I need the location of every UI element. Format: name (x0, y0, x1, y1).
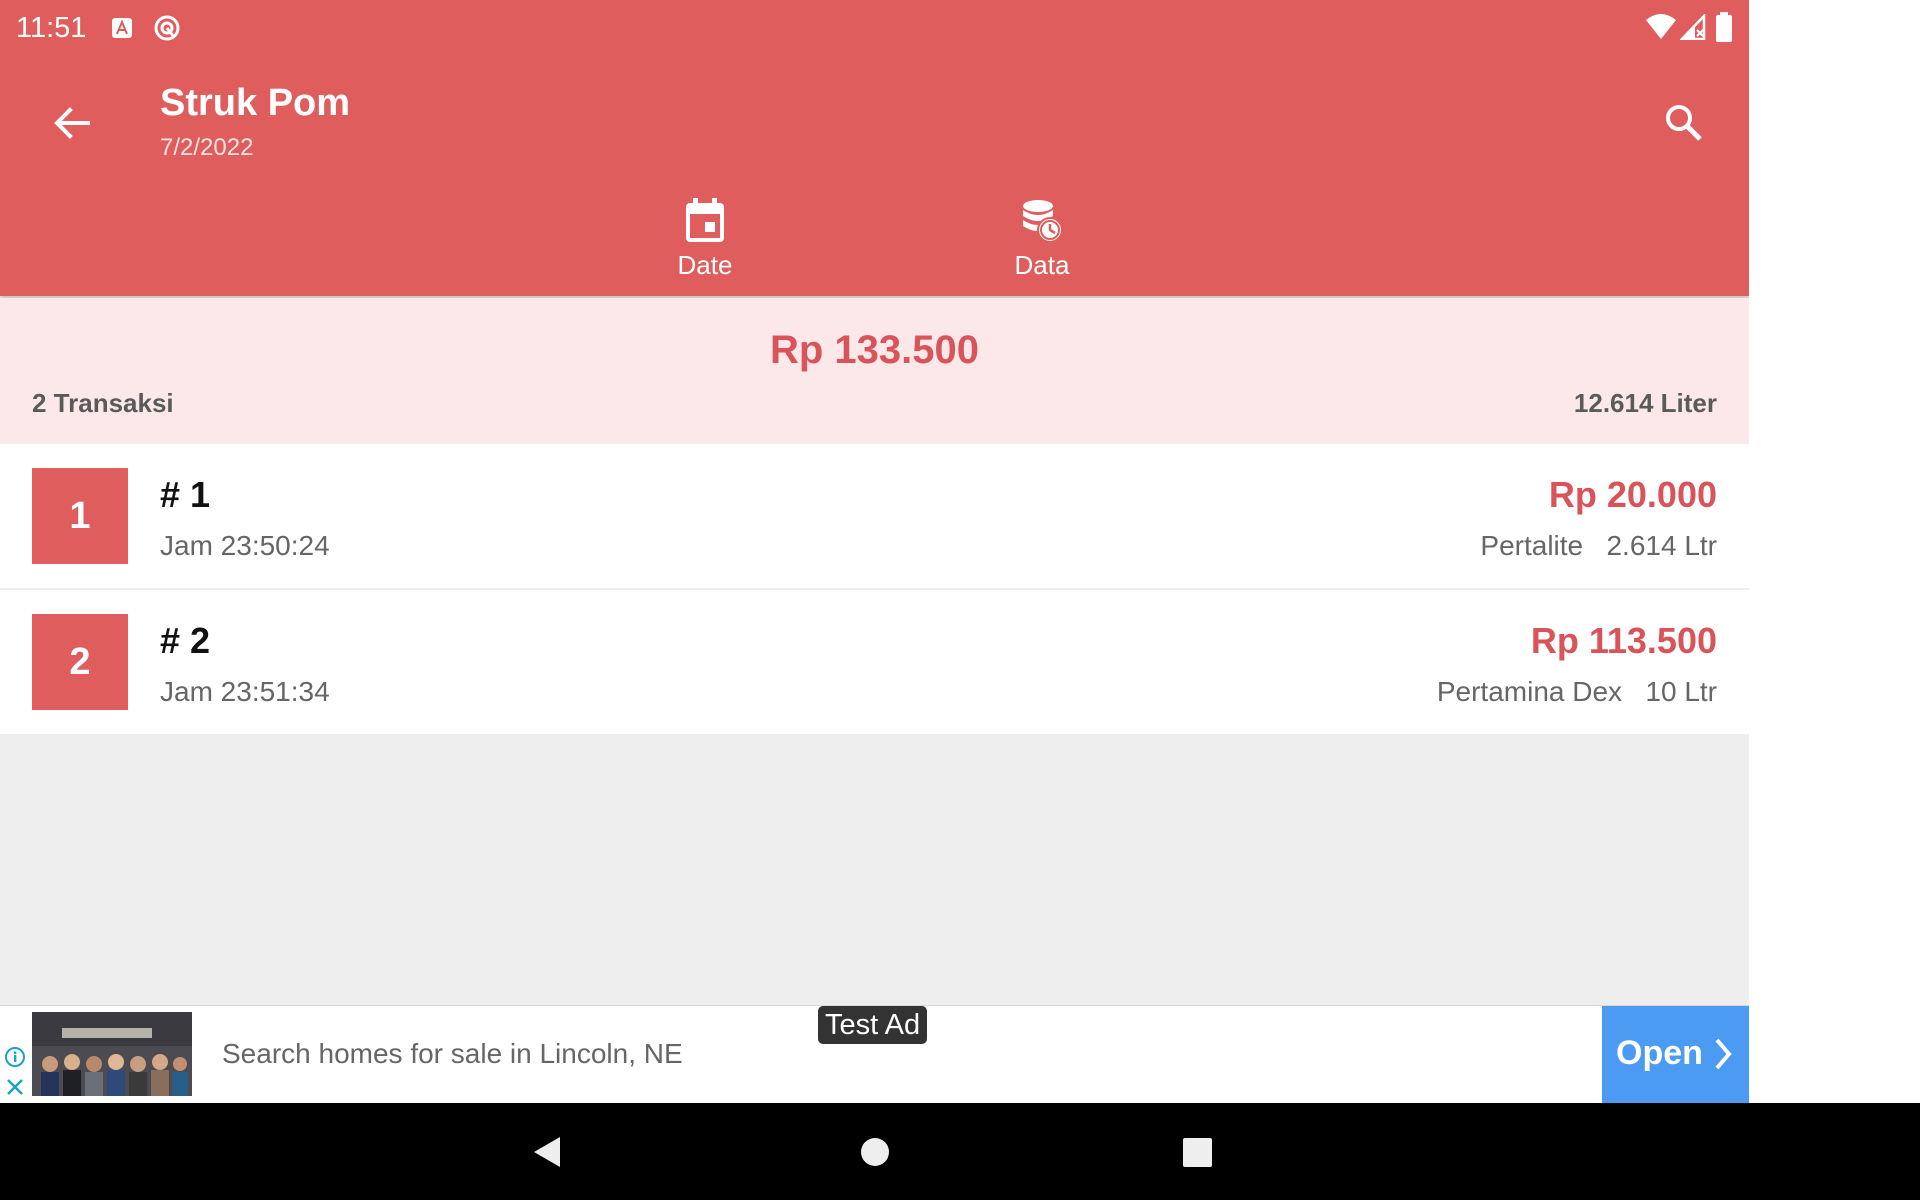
battery-icon (1716, 12, 1732, 42)
page-subtitle-date: 7/2/2022 (160, 134, 254, 161)
transaction-row[interactable]: 1 # 1 Jam 23:50:24 Rp 20.000 Pertalite 2… (0, 444, 1749, 588)
screen-margin (1749, 0, 1920, 1103)
transaction-volume: 10 Ltr (1645, 676, 1717, 707)
transaction-time: Jam 23:51:34 (160, 676, 330, 707)
app-screen: 11:51 Struk Pom 7/2/2022 Date Data Rp 13… (0, 0, 1749, 1103)
nav-home-icon[interactable] (860, 1137, 890, 1167)
status-bar: 11:51 (0, 0, 1749, 56)
wifi-icon (1646, 14, 1676, 39)
tab-data[interactable]: Data (942, 184, 1142, 296)
sync-notification-icon (154, 15, 180, 41)
total-amount: Rp 133.500 (769, 328, 980, 372)
ad-photo (32, 1012, 192, 1096)
info-icon[interactable] (4, 1046, 26, 1068)
font-notification-icon (112, 18, 132, 38)
transaction-amount: Rp 113.500 (1530, 620, 1717, 661)
transaction-detail: Pertamina Dex 10 Ltr (1437, 676, 1717, 708)
tab-data-label: Data (1014, 250, 1070, 280)
ad-text: Search homes for sale in Lincoln, NE (222, 1038, 683, 1069)
transaction-row[interactable]: 2 # 2 Jam 23:51:34 Rp 113.500 Pertamina … (0, 590, 1749, 734)
ad-open-label: Open (1616, 1034, 1703, 1072)
system-nav-bar (0, 1103, 1920, 1200)
tab-date[interactable]: Date (605, 184, 805, 296)
tab-bar: Date Data (0, 184, 1749, 296)
database-clock-icon (1023, 200, 1063, 243)
transaction-time: Jam 23:50:24 (160, 530, 330, 561)
transaction-fuel: Pertamina Dex (1436, 676, 1623, 707)
ad-open-button[interactable]: Open (1602, 1006, 1749, 1103)
transaction-amount: Rp 20.000 (1548, 474, 1717, 515)
status-time: 11:51 (16, 12, 87, 44)
transaction-number: # 2 (160, 620, 211, 661)
app-bar: Struk Pom 7/2/2022 (0, 56, 1749, 184)
close-icon[interactable] (4, 1076, 26, 1098)
transaction-volume: 2.614 Ltr (1606, 530, 1717, 561)
transaction-fuel: Pertalite (1480, 530, 1584, 561)
back-arrow-icon[interactable] (44, 95, 100, 151)
signal-icon (1680, 14, 1706, 40)
total-liters: 12.614 Liter (1573, 388, 1717, 418)
summary-panel: Rp 133.500 2 Transaksi 12.614 Liter (0, 298, 1749, 443)
ad-banner[interactable]: Search homes for sale in Lincoln, NE Tes… (0, 1005, 1749, 1103)
transaction-detail: Pertalite 2.614 Ltr (1480, 530, 1717, 562)
nav-recents-icon[interactable] (1183, 1138, 1212, 1167)
nav-back-icon[interactable] (532, 1135, 562, 1169)
chevron-right-icon (1715, 1038, 1732, 1070)
tab-date-label: Date (677, 250, 733, 280)
transaction-number: # 1 (160, 474, 211, 515)
ad-image[interactable] (32, 1012, 192, 1096)
calendar-icon (686, 198, 724, 242)
transaction-count: 2 Transaksi (32, 388, 174, 418)
page-title: Struk Pom (160, 82, 351, 124)
transaction-badge: 1 (32, 468, 128, 564)
search-icon[interactable] (1656, 95, 1712, 151)
test-ad-label: Test Ad (818, 1006, 928, 1044)
transaction-badge: 2 (32, 614, 128, 710)
